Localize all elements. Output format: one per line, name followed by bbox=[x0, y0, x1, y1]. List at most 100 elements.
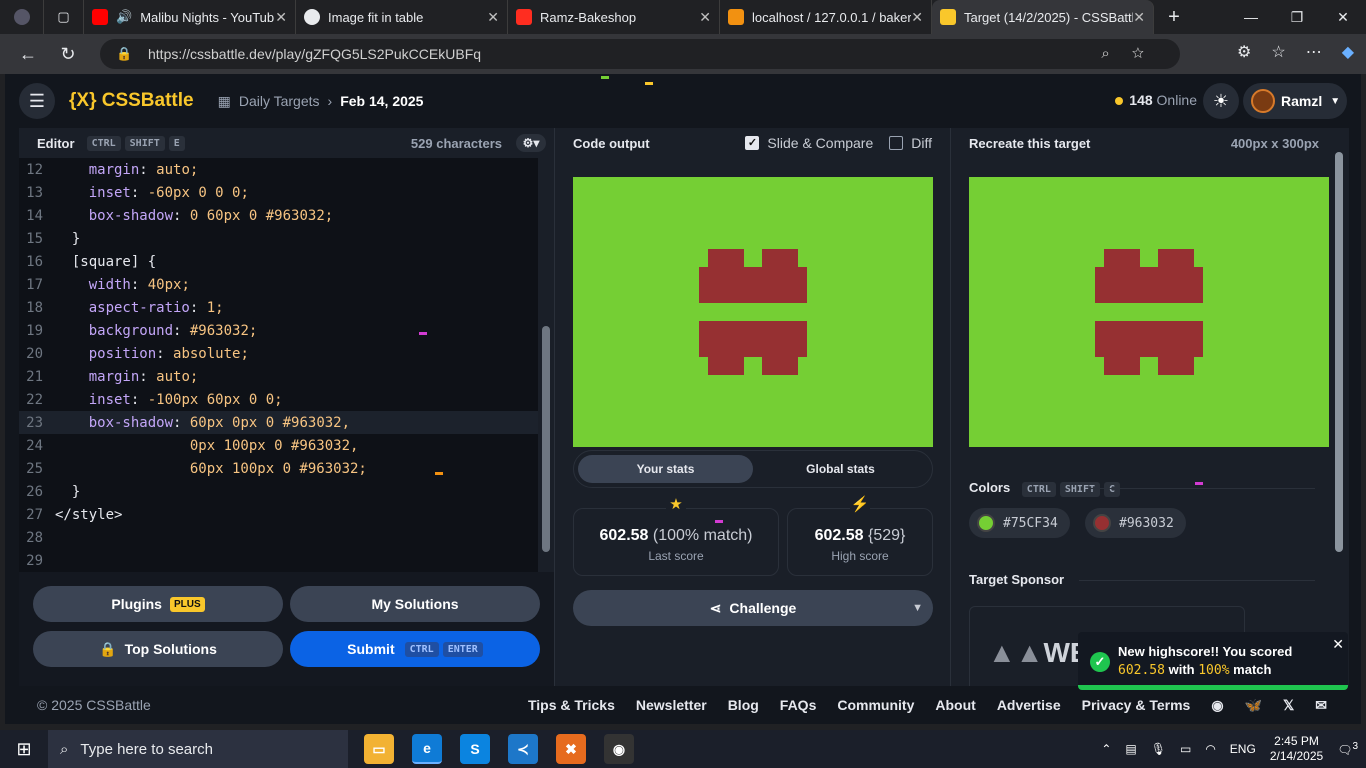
wifi-icon[interactable]: ◠ bbox=[1205, 742, 1215, 756]
top-solutions-button[interactable]: 🔒 Top Solutions bbox=[33, 631, 283, 667]
tab-your-stats[interactable]: Your stats bbox=[578, 455, 753, 483]
close-tab-icon[interactable]: ✕ bbox=[1133, 9, 1145, 26]
close-tab-icon[interactable]: ✕ bbox=[911, 9, 923, 26]
footer-link[interactable]: Newsletter bbox=[636, 697, 707, 713]
my-solutions-button[interactable]: My Solutions bbox=[290, 586, 540, 622]
reload-icon[interactable]: ↻ bbox=[48, 44, 88, 65]
code-line[interactable]: 27 </style> bbox=[19, 503, 539, 526]
close-tab-icon[interactable]: ✕ bbox=[699, 9, 711, 26]
scrollbar-thumb[interactable] bbox=[1335, 152, 1343, 552]
scrollbar-thumb[interactable] bbox=[542, 326, 550, 552]
footer-link[interactable]: Tips & Tricks bbox=[528, 697, 615, 713]
code-line[interactable]: 29 bbox=[19, 549, 539, 572]
close-tab-icon[interactable]: ✕ bbox=[275, 9, 287, 26]
new-tab-button[interactable]: + bbox=[1154, 0, 1194, 34]
discord-icon[interactable]: ◉ bbox=[1211, 697, 1223, 714]
edge-icon[interactable]: e bbox=[412, 734, 442, 764]
close-window-icon[interactable]: ✕ bbox=[1320, 0, 1366, 34]
xampp-icon[interactable]: ✖ bbox=[556, 734, 586, 764]
code-editor[interactable]: 12 margin: auto; 13 inset: -60px 0 0 0; 14… bbox=[19, 158, 539, 572]
code-line[interactable]: 12 margin: auto; bbox=[19, 158, 539, 181]
code-line[interactable]: 21 margin: auto; bbox=[19, 365, 539, 388]
close-toast-icon[interactable]: ✕ bbox=[1332, 636, 1344, 653]
diff-checkbox[interactable] bbox=[889, 136, 904, 150]
code-line[interactable]: 25 60px 100px 0 #963032; bbox=[19, 457, 539, 480]
clock[interactable]: 2:45 PM 2/14/2025 bbox=[1270, 734, 1323, 764]
footer-link[interactable]: Advertise bbox=[997, 697, 1061, 713]
plugins-button[interactable]: Plugins PLUS bbox=[33, 586, 283, 622]
color-swatch[interactable]: #963032 bbox=[1085, 508, 1186, 538]
editor-scrollbar[interactable] bbox=[538, 158, 554, 572]
windows-start-icon[interactable]: ⊞ bbox=[0, 739, 48, 760]
browser-tab[interactable]: Image fit in table ✕ bbox=[296, 0, 508, 34]
browser-tab-active[interactable]: Target (14/2/2025) - CSSBattl ✕ bbox=[932, 0, 1154, 34]
favorites-icon[interactable]: ☆ bbox=[1271, 42, 1285, 62]
code-output-canvas[interactable] bbox=[573, 177, 933, 447]
menu-icon[interactable]: ☰ bbox=[19, 83, 55, 119]
url-bar[interactable]: 🔒 https://cssbattle.dev/play/gZFQG5LS2Pu… bbox=[100, 39, 1180, 69]
output-block bbox=[762, 357, 798, 375]
code-line[interactable]: 19 background: #963032; bbox=[19, 319, 539, 342]
code-line[interactable]: 24 0px 100px 0 #963032, bbox=[19, 434, 539, 457]
tab-actions-button[interactable]: ▢ bbox=[44, 0, 84, 34]
tab-global-stats[interactable]: Global stats bbox=[753, 455, 928, 483]
footer-link[interactable]: Community bbox=[837, 697, 914, 713]
tab-actions-icon: ▢ bbox=[57, 9, 70, 24]
footer-link[interactable]: Blog bbox=[728, 697, 759, 713]
code-line[interactable]: 17 width: 40px; bbox=[19, 273, 539, 296]
code-line[interactable]: 16 [square] { bbox=[19, 250, 539, 273]
code-line[interactable]: 23 box-shadow: 60px 0px 0 #963032, bbox=[19, 411, 539, 434]
profile-avatar[interactable] bbox=[0, 0, 44, 34]
code-line[interactable]: 28 bbox=[19, 526, 539, 549]
obs-icon[interactable]: ◉ bbox=[604, 734, 634, 764]
browser-tab[interactable]: Ramz-Bakeshop ✕ bbox=[508, 0, 720, 34]
copilot-icon[interactable]: ◆ bbox=[1342, 42, 1354, 62]
submit-button[interactable]: Submit CTRL ENTER bbox=[290, 631, 540, 667]
notifications-icon[interactable]: 🗨3 bbox=[1337, 741, 1358, 757]
code-line[interactable]: 20 position: absolute; bbox=[19, 342, 539, 365]
code-line[interactable]: 14 box-shadow: 0 60px 0 #963032; bbox=[19, 204, 539, 227]
browser-tab[interactable]: localhost / 127.0.0.1 / bakery ✕ bbox=[720, 0, 932, 34]
footer-link[interactable]: FAQs bbox=[780, 697, 817, 713]
file-explorer-icon[interactable]: ▭ bbox=[364, 734, 394, 764]
minimize-icon[interactable]: — bbox=[1228, 0, 1274, 34]
mic-icon[interactable]: 🎙 bbox=[1151, 742, 1166, 756]
browser-tab[interactable]: 🔊 Malibu Nights - YouTub ✕ bbox=[84, 0, 296, 34]
target-block bbox=[1158, 357, 1194, 375]
chatgpt-icon bbox=[304, 9, 320, 25]
mail-icon[interactable]: ✉ bbox=[1315, 697, 1327, 714]
chevron-up-icon[interactable]: ⌃ bbox=[1101, 742, 1111, 756]
maximize-icon[interactable]: ❐ bbox=[1274, 0, 1320, 34]
challenge-button[interactable]: ⋖ Challenge ▼ bbox=[573, 590, 933, 626]
taskbar-search[interactable]: ⌕ Type here to search bbox=[48, 730, 348, 768]
breadcrumb-link[interactable]: Daily Targets bbox=[239, 93, 320, 109]
slide-compare-checkbox[interactable]: ✓ bbox=[745, 136, 760, 150]
extensions-icon[interactable]: ⚙ bbox=[1237, 42, 1251, 62]
color-swatch[interactable]: #75CF34 bbox=[969, 508, 1070, 538]
skype-icon[interactable]: S bbox=[460, 734, 490, 764]
code-line[interactable]: 13 inset: -60px 0 0 0; bbox=[19, 181, 539, 204]
code-line[interactable]: 18 aspect-ratio: 1; bbox=[19, 296, 539, 319]
vscode-icon[interactable]: ≺ bbox=[508, 734, 538, 764]
footer-link[interactable]: Privacy & Terms bbox=[1082, 697, 1191, 713]
line-number: 27 bbox=[26, 506, 43, 523]
battery-icon[interactable]: ▭ bbox=[1180, 742, 1191, 756]
footer-link[interactable]: About bbox=[935, 697, 975, 713]
toast-score: 602.58 bbox=[1118, 663, 1165, 678]
target-scrollbar[interactable] bbox=[1335, 152, 1343, 552]
theme-toggle-icon[interactable]: ☀ bbox=[1203, 83, 1239, 119]
code-line[interactable]: 15 } bbox=[19, 227, 539, 250]
more-icon[interactable]: ⋯ bbox=[1306, 42, 1322, 62]
language[interactable]: ENG bbox=[1230, 742, 1256, 756]
code-line[interactable]: 22 inset: -100px 60px 0 0; bbox=[19, 388, 539, 411]
close-tab-icon[interactable]: ✕ bbox=[487, 9, 499, 26]
user-menu[interactable]: Ramzl ▼ bbox=[1243, 83, 1347, 119]
bluesky-icon[interactable]: 🦋 bbox=[1245, 697, 1262, 714]
settings-gear-icon[interactable]: ⚙▾ bbox=[516, 134, 546, 152]
network-icon[interactable]: ▤ bbox=[1125, 742, 1136, 756]
zoom-icon[interactable]: ⌕☆ bbox=[1101, 45, 1166, 62]
code-line[interactable]: 26 } bbox=[19, 480, 539, 503]
x-icon[interactable]: 𝕏 bbox=[1283, 697, 1294, 714]
logo[interactable]: {X} CSSBattle bbox=[69, 90, 194, 112]
back-icon[interactable]: ← bbox=[8, 44, 48, 65]
